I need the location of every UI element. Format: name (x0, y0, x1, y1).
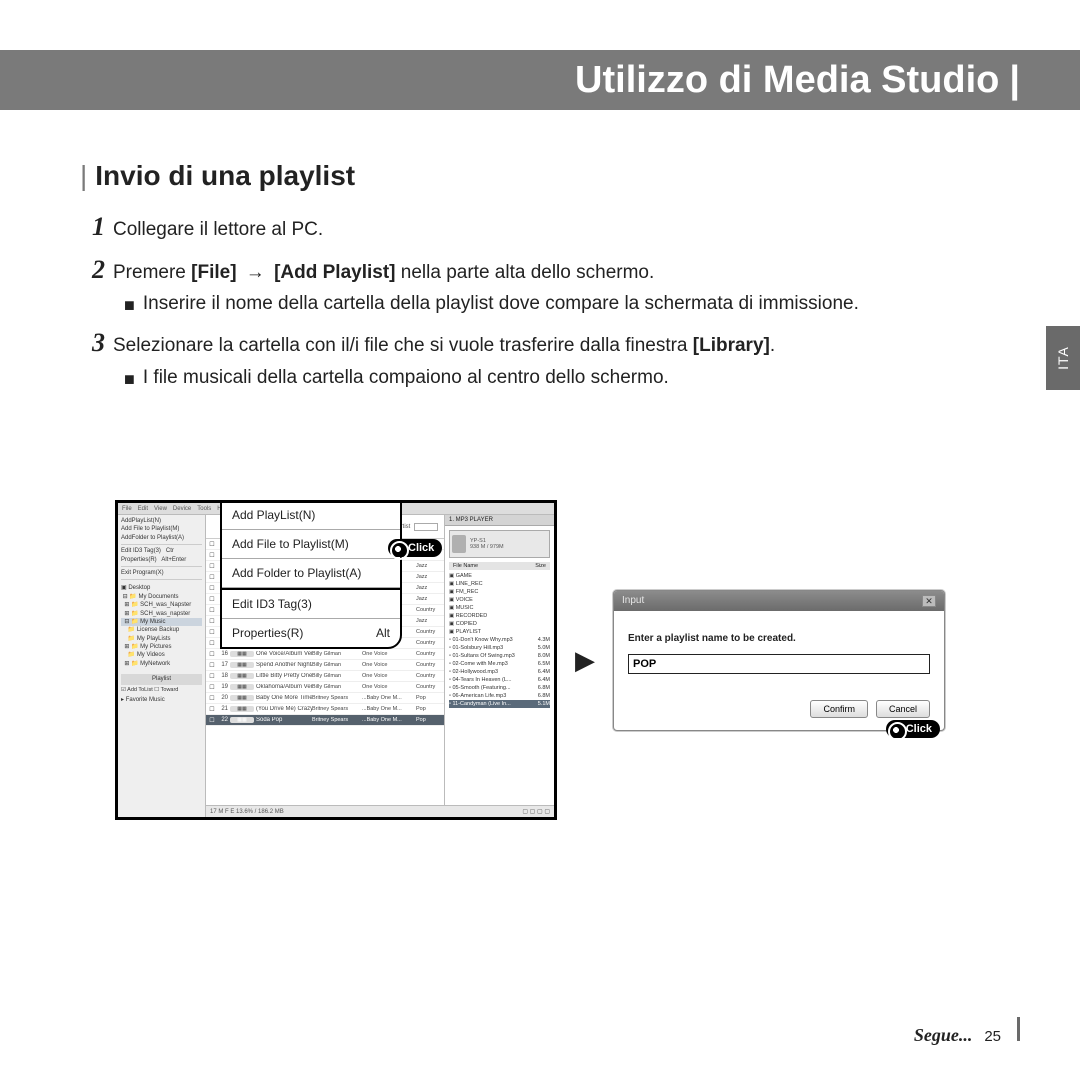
step-3-note: ■I file musicali della cartella compaion… (124, 367, 1010, 392)
device-pane[interactable]: 1. MP3 PLAYER YP-S1 938 M / 979M File Na… (444, 515, 554, 805)
list-item[interactable]: ▫ 01-Sultans Of Swing.mp38.0M (449, 652, 550, 660)
menu-add-file[interactable]: Add File to Playlist(M) (222, 530, 400, 559)
file-menu-popup[interactable]: Add PlayList(N) Add File to Playlist(M) … (220, 500, 402, 649)
menu-edit-id3[interactable]: Edit ID3 Tag(3) (222, 590, 400, 619)
section-title: |Invio di una playlist (80, 160, 1010, 192)
page-footer: Segue... 25 (914, 1017, 1020, 1046)
table-row[interactable]: ☐18▦▦Little Bitty Pretty One/Album Versi… (206, 671, 444, 682)
list-item[interactable]: ▣ GAME (449, 572, 550, 580)
list-item[interactable]: ▣ FM_REC (449, 588, 550, 596)
list-item[interactable]: ▫ 05-Smooth (Featuring...6.8M (449, 684, 550, 692)
continued-label: Segue... (914, 1025, 973, 1046)
table-row[interactable]: ☐21▦▦(You Drive Me) CrazyBritney Spears.… (206, 704, 444, 715)
list-item[interactable]: ▫ 01-Solsbury Hill.mp35.0M (449, 644, 550, 652)
step-2: 2 Premere [File] → [Add Playlist] nella … (92, 257, 1010, 288)
device-icon (452, 535, 466, 553)
file-menu-column: AddPlayList(N) Add File to Playlist(M) A… (118, 515, 206, 817)
table-row[interactable]: ☐20▦▦Baby One More TimeBritney Spears...… (206, 693, 444, 704)
list-item[interactable]: ▫ 02-Come with Me.mp36.5M (449, 660, 550, 668)
step-number: 3 (92, 330, 105, 356)
dialog-titlebar: Input ✕ (614, 591, 944, 611)
step-2-note: ■Inserire il nome della cartella della p… (124, 293, 1010, 318)
table-row[interactable]: ☐19▦▦Oklahoma/Album VersionBilly GilmanO… (206, 682, 444, 693)
list-item[interactable]: ▣ LINE_REC (449, 580, 550, 588)
table-row[interactable]: ☐17▦▦Spend Another Night/Album VersionBi… (206, 660, 444, 671)
table-row[interactable]: ☐16▦▦One Voice/Album VersionBilly Gilman… (206, 649, 444, 660)
step-text: Selezionare la cartella con il/i file ch… (113, 330, 775, 361)
footer-bar (1017, 1017, 1020, 1041)
playlist-name-input[interactable] (628, 654, 930, 674)
page-content: |Invio di una playlist 1 Collegare il le… (80, 160, 1010, 404)
list-item[interactable]: ▣ PLAYLIST (449, 628, 550, 636)
list-item[interactable]: ▫ 02-Hollywood.mp36.4M (449, 668, 550, 676)
close-icon[interactable]: ✕ (922, 595, 936, 607)
list-item[interactable]: ▫ 01-Don't Know Why.mp34.3M (449, 636, 550, 644)
click-indicator: Click (886, 720, 940, 738)
list-item[interactable]: ▫ 04-Tears In Heaven (L...6.4M (449, 676, 550, 684)
language-tab: ITA (1046, 326, 1080, 390)
input-dialog: Input ✕ Enter a playlist name to be crea… (613, 590, 945, 731)
figures-row: FileEditViewDeviceToolsHelp AddPlayList(… (115, 500, 1010, 820)
cancel-button[interactable]: Cancel (876, 700, 930, 718)
table-row[interactable]: ☐22▦▦Soda PopBritney Spears...Baby One M… (206, 715, 444, 726)
chapter-header: Utilizzo di Media Studio | (0, 50, 1080, 110)
list-item[interactable]: ▣ COPIED (449, 620, 550, 628)
confirm-button[interactable]: Confirm (810, 700, 868, 718)
list-item[interactable]: ▣ VOICE (449, 596, 550, 604)
step-text: Premere [File] → [Add Playlist] nella pa… (113, 257, 654, 288)
chapter-title: Utilizzo di Media Studio (575, 59, 999, 102)
step-number: 1 (92, 214, 105, 240)
list-item[interactable]: ▫ 06-American Life.mp36.8M (449, 692, 550, 700)
list-item[interactable]: ▣ RECORDED (449, 612, 550, 620)
menu-add-playlist[interactable]: Add PlayList(N) (222, 501, 400, 530)
click-indicator: Click (388, 539, 442, 557)
arrow-icon: ▶ (575, 645, 595, 676)
page-number: 25 (984, 1028, 1001, 1045)
step-text: Collegare il lettore al PC. (113, 214, 323, 245)
folder-tree[interactable]: ▣ Desktop ⊟ 📁 My Documents ⊞ 📁 SCH_was_N… (121, 584, 202, 668)
step-1: 1 Collegare il lettore al PC. (92, 214, 1010, 245)
device-info: YP-S1 938 M / 979M (449, 530, 550, 558)
playlist-section-header: Playlist (121, 674, 202, 684)
app-screenshot: FileEditViewDeviceToolsHelp AddPlayList(… (115, 500, 557, 820)
status-bar: 17 M F E 13.6% / 186.2 MB ▢ ▢ ▢ ▢ (206, 805, 554, 817)
step-3: 3 Selezionare la cartella con il/i file … (92, 330, 1010, 361)
header-separator: | (1009, 59, 1020, 102)
list-item[interactable]: ▫ 11-Candyman (Live In...5.1M (449, 700, 550, 708)
step-number: 2 (92, 257, 105, 283)
list-item[interactable]: ▣ MUSIC (449, 604, 550, 612)
dialog-label: Enter a playlist name to be created. (628, 633, 930, 644)
menu-add-folder[interactable]: Add Folder to Playlist(A) (222, 559, 400, 588)
menu-properties[interactable]: Properties(R)Alt (222, 619, 400, 647)
